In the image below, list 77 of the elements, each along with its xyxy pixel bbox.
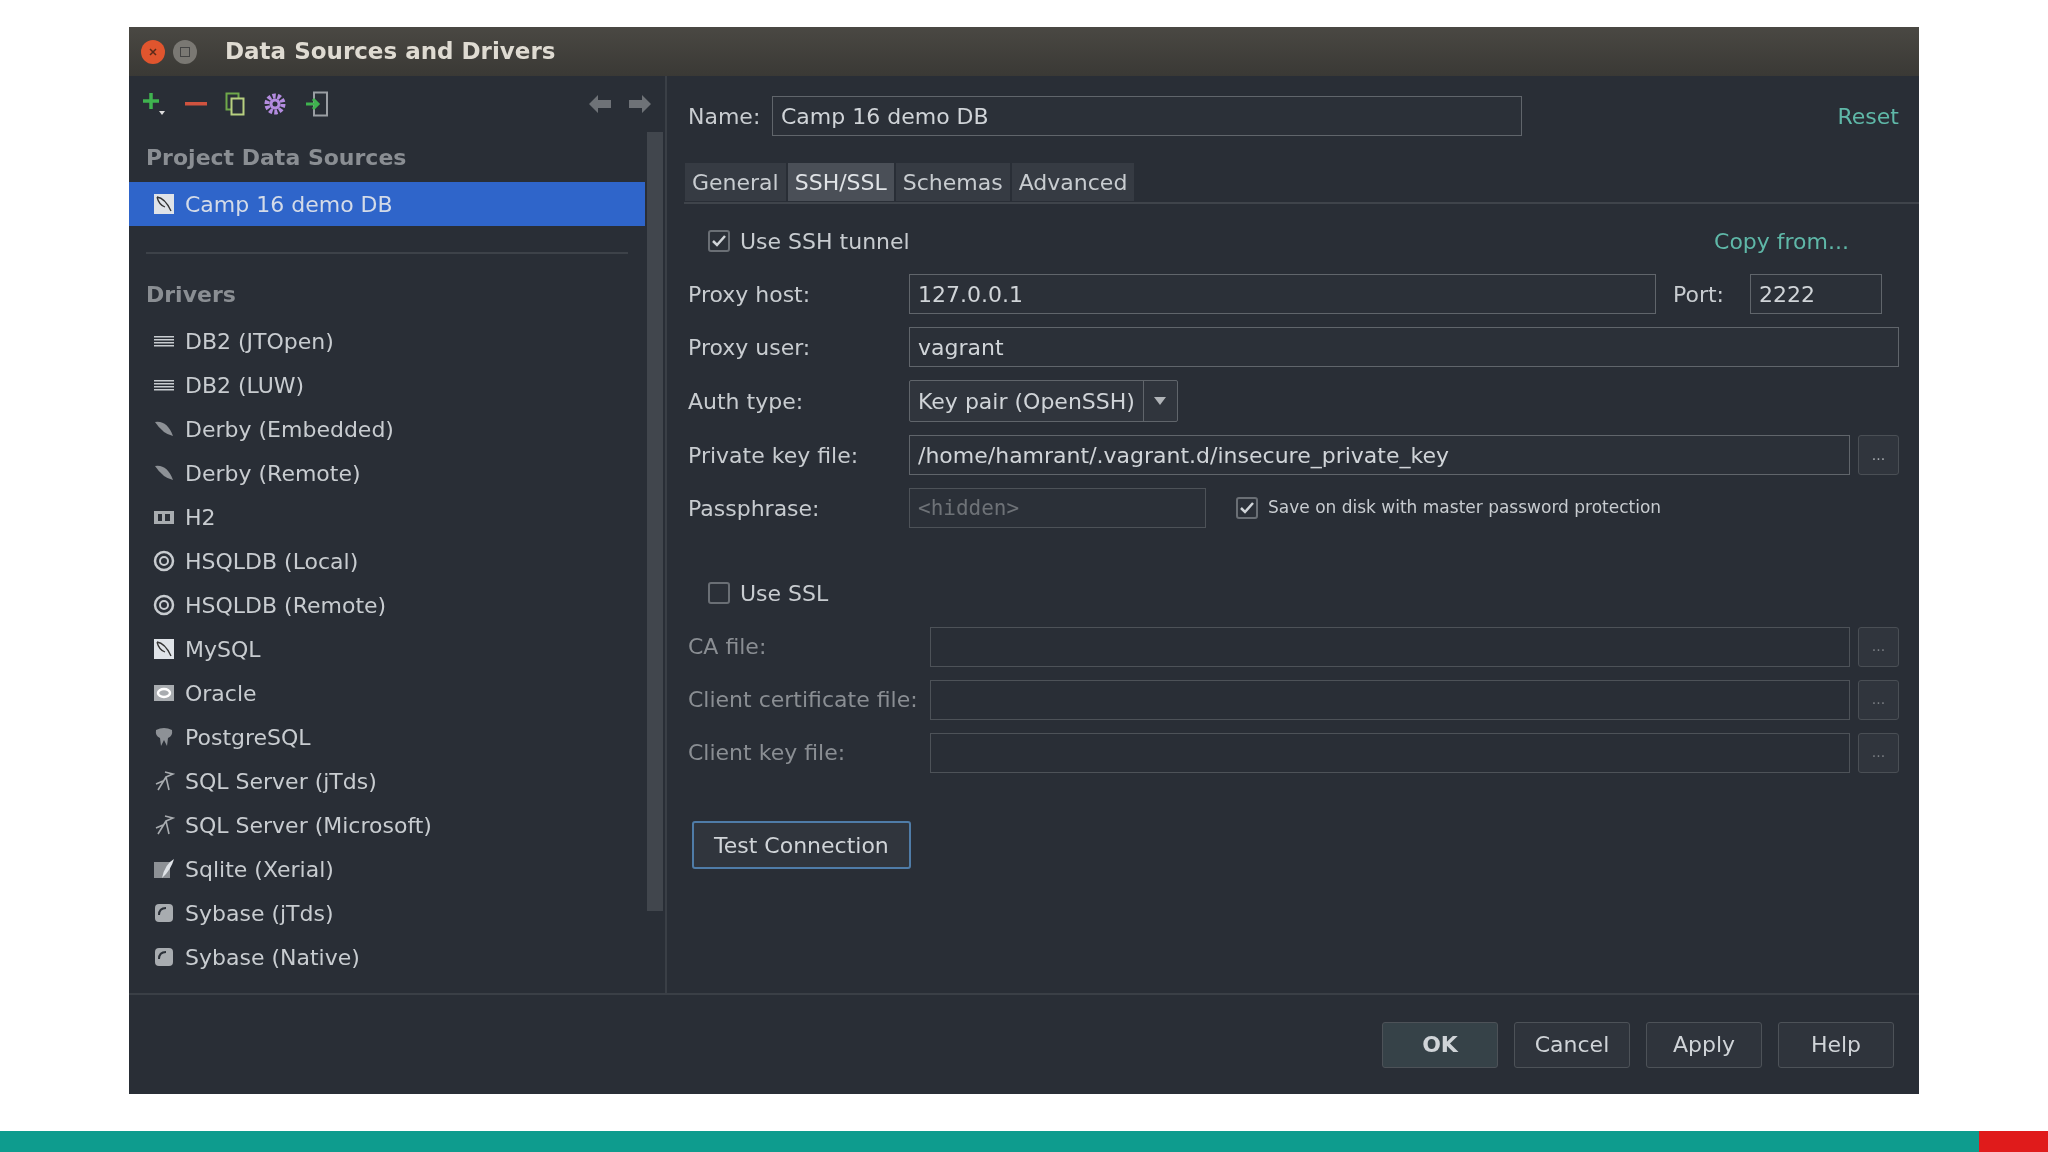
add-icon[interactable] [141, 91, 167, 117]
checkbox[interactable] [708, 582, 730, 604]
checkbox[interactable] [708, 230, 730, 252]
maximize-icon[interactable] [173, 39, 197, 64]
window-title: Data Sources and Drivers [225, 37, 556, 67]
tab[interactable]: Schemas [894, 162, 1011, 202]
file-path-field[interactable] [930, 679, 1850, 720]
file-path-field[interactable] [930, 626, 1850, 667]
tab[interactable]: General [684, 162, 787, 202]
sidebar-item[interactable]: Sybase (Native) [129, 935, 645, 979]
field-label: Client key file: [688, 739, 847, 767]
checkbox-label: Use SSL [740, 579, 829, 608]
auth-type-dropdown[interactable]: Key pair (OpenSSH) [909, 380, 1178, 422]
sidebar-item[interactable]: PostgreSQL [129, 715, 645, 759]
sidebar-item[interactable]: Derby (Remote) [129, 451, 645, 495]
close-icon[interactable] [141, 39, 165, 64]
copy-icon[interactable] [225, 92, 245, 116]
quill-icon [153, 858, 175, 880]
sidebar-item[interactable]: Camp 16 demo DB [129, 182, 645, 226]
reset-link[interactable]: Reset [1837, 99, 1899, 133]
forward-arrow-icon[interactable] [629, 95, 651, 113]
field-label: CA file: [688, 633, 768, 661]
figure-icon [153, 814, 175, 836]
field-label: Proxy host: [688, 280, 812, 309]
import-icon[interactable] [305, 91, 329, 117]
sidebar-item[interactable]: DB2 (LUW) [129, 363, 645, 407]
dialog-button[interactable]: Cancel [1514, 1021, 1630, 1068]
sidebar-item[interactable]: Sybase (jTds) [129, 891, 645, 935]
caret-icon [1154, 397, 1167, 405]
sidebar-item[interactable]: H2 [129, 495, 645, 539]
back-arrow-icon[interactable] [589, 95, 611, 113]
dialog-button[interactable]: OK [1382, 1021, 1498, 1068]
remove-icon[interactable] [185, 101, 207, 107]
proxy-user-field[interactable]: vagrant [909, 327, 1899, 367]
private-key-field[interactable]: /home/hamrant/.vagrant.d/insecure_private_key [909, 435, 1850, 475]
field-label: Passphrase: [688, 494, 821, 523]
section-heading: Project Data Sources [145, 144, 408, 172]
section-heading: Drivers [145, 281, 237, 309]
checkmark-icon [1239, 500, 1255, 516]
sidebar-item[interactable]: Derby (Embedded) [129, 407, 645, 451]
field-label: Private key file: [688, 441, 860, 470]
sidebar-item[interactable]: SQL Server (Microsoft) [129, 803, 645, 847]
sidebar-item[interactable]: HSQLDB (Local) [129, 539, 645, 583]
proxy-host-field[interactable]: 127.0.0.1 [909, 274, 1656, 314]
copy-from-link[interactable]: Copy from... [1714, 224, 1849, 258]
dialog-button[interactable]: Apply [1646, 1021, 1762, 1068]
browse-button[interactable]: ... [1858, 435, 1899, 475]
sidebar-item[interactable]: SQL Server (jTds) [129, 759, 645, 803]
tab[interactable]: SSH/SSL [786, 162, 895, 202]
tab[interactable]: Advanced [1010, 162, 1136, 202]
settings-icon[interactable] [263, 92, 287, 116]
figure-icon [153, 770, 175, 792]
sidebar-item[interactable]: HSQLDB (Remote) [129, 583, 645, 627]
ring-icon [153, 682, 175, 704]
checkbox[interactable] [1236, 497, 1258, 519]
field-label: Name: [688, 102, 762, 131]
scrollbar-thumb[interactable] [647, 132, 663, 911]
field-label: Port: [1673, 280, 1726, 309]
passphrase-field[interactable]: <hidden> [909, 488, 1206, 528]
file-path-field[interactable] [930, 732, 1850, 773]
name-field[interactable]: Camp 16 demo DB [772, 96, 1522, 136]
spiral-icon [153, 550, 175, 572]
footer-accent [1979, 1131, 2048, 1152]
spiral-icon [153, 594, 175, 616]
sidebar-item[interactable]: MySQL [129, 627, 645, 671]
field-label: Proxy user: [688, 333, 812, 362]
sidebar-item[interactable]: Sqlite (Xerial) [129, 847, 645, 891]
test-connection-button[interactable]: Test Connection [692, 821, 911, 869]
field-label: Client certificate file: [688, 686, 919, 714]
sidebar-item[interactable]: Oracle [129, 671, 645, 715]
checkmark-icon [711, 233, 727, 249]
port-field[interactable]: 2222 [1750, 274, 1882, 314]
checkbox-label: Use SSH tunnel [740, 227, 910, 256]
sidebar-item[interactable]: DB2 (JTOpen) [129, 319, 645, 363]
checkbox-label: Save on disk with master password protection [1268, 496, 1662, 520]
dialog-button[interactable]: Help [1778, 1021, 1894, 1068]
field-label: Auth type: [688, 387, 805, 416]
